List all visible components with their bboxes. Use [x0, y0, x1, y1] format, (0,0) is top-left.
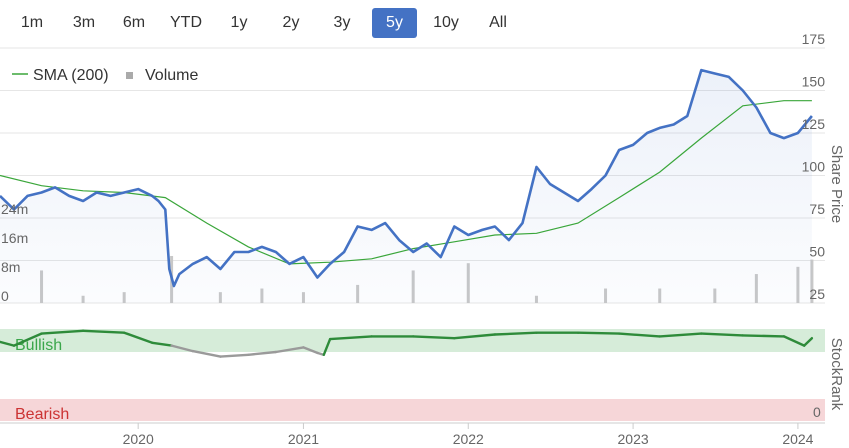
stockrank-segment	[576, 331, 621, 335]
stockrank-axis-label: StockRank	[828, 338, 845, 411]
stockrank-zero-tick: 0	[813, 404, 821, 420]
stock-chart: 25 50 75 100 125 150 175 0 8m 16m 24m Share Price…	[0, 31, 845, 447]
stockrank-segment	[741, 334, 786, 338]
price-tick-100: 100	[802, 159, 826, 175]
stockrank-panel: Bullish Bearish 0 StockRank	[0, 329, 845, 423]
price-tick-25: 25	[809, 286, 825, 302]
stockrank-segment	[247, 350, 278, 356]
x-tick-2024: 2024	[782, 431, 813, 447]
price-tick-150: 150	[802, 74, 826, 90]
bearish-band-label: Bearish	[15, 406, 69, 423]
price-tick-175: 175	[802, 31, 826, 47]
volume-tick-0: 0	[1, 288, 9, 304]
volume-tick-24m: 24m	[1, 201, 28, 217]
bearish-band	[0, 399, 825, 421]
price-tick-50: 50	[809, 244, 825, 260]
stockrank-segment	[219, 353, 250, 358]
price-axis-label: Share Price	[828, 145, 845, 223]
volume-tick-16m: 16m	[1, 230, 28, 246]
sma-legend-label: SMA (200)	[33, 67, 109, 84]
bullish-band-label: Bullish	[15, 337, 62, 354]
volume-tick-8m: 8m	[1, 259, 20, 275]
volume-legend-label: Volume	[145, 67, 198, 84]
x-tick-2020: 2020	[123, 431, 154, 447]
x-tick-2022: 2022	[453, 431, 484, 447]
legend: SMA (200) Volume	[12, 67, 198, 84]
x-tick-2021: 2021	[288, 431, 319, 447]
price-tick-125: 125	[802, 116, 826, 132]
price-tick-75: 75	[809, 201, 825, 217]
volume-legend-swatch	[126, 72, 133, 79]
x-tick-2023: 2023	[618, 431, 649, 447]
x-axis: 2020 2021 2022 2023 2024	[0, 422, 825, 447]
